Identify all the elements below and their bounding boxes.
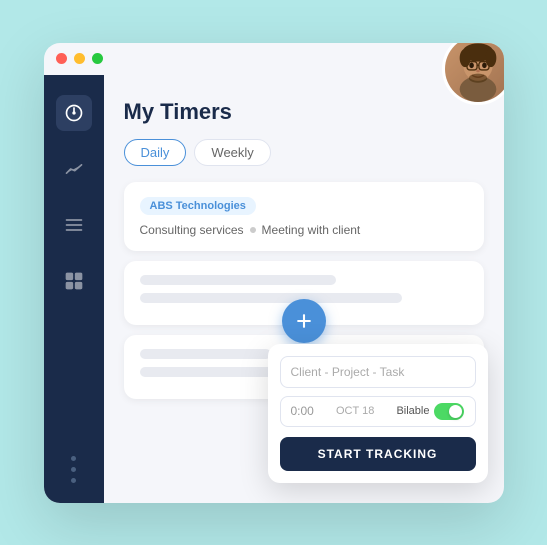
add-timer-fab[interactable] [282,299,326,343]
bilable-toggle[interactable] [434,403,464,420]
sidebar-item-analytics[interactable] [56,151,92,187]
bilable-label: Bilable [396,405,429,417]
sidebar-item-timer[interactable] [56,95,92,131]
start-tracking-button[interactable]: START TRACKING [280,437,476,471]
sidebar-dot-1 [71,456,76,461]
tabs: Daily Weekly [124,139,484,166]
window-chrome [44,43,504,75]
app-window: My Timers Daily Weekly ABS Technologies … [44,43,504,503]
separator-dot [250,227,256,233]
page-title: My Timers [124,99,484,125]
timer-popup: Client - Project - Task 0:00 OCT 18 Bila… [268,344,488,483]
popup-time: 0:00 [291,404,314,418]
tab-daily[interactable]: Daily [124,139,187,166]
sidebar-dot-2 [71,467,76,472]
minimize-button[interactable] [74,53,85,64]
timer-desc-left: Consulting services [140,223,244,237]
bilable-toggle-row: Bilable [396,403,464,420]
sidebar-dot-3 [71,478,76,483]
close-button[interactable] [56,53,67,64]
popup-date: OCT 18 [336,405,374,417]
maximize-button[interactable] [92,53,103,64]
skeleton-line [140,275,337,285]
timer-card: ABS Technologies Consulting services Mee… [124,182,484,251]
sidebar [44,75,104,503]
skeleton-line [140,349,271,359]
popup-input-placeholder: Client - Project - Task [291,365,405,379]
toggle-knob [449,405,462,418]
sidebar-dots [71,456,76,483]
main-content: My Timers Daily Weekly ABS Technologies … [104,75,504,503]
tab-weekly[interactable]: Weekly [194,139,270,166]
skeleton-line [140,293,402,303]
client-project-task-input[interactable]: Client - Project - Task [280,356,476,388]
timer-desc-right: Meeting with client [262,223,361,237]
timer-description: Consulting services Meeting with client [140,223,468,237]
sidebar-item-grid[interactable] [56,263,92,299]
popup-meta-row: 0:00 OCT 18 Bilable [280,396,476,427]
timer-tag: ABS Technologies [140,197,256,215]
sidebar-item-list[interactable] [56,207,92,243]
